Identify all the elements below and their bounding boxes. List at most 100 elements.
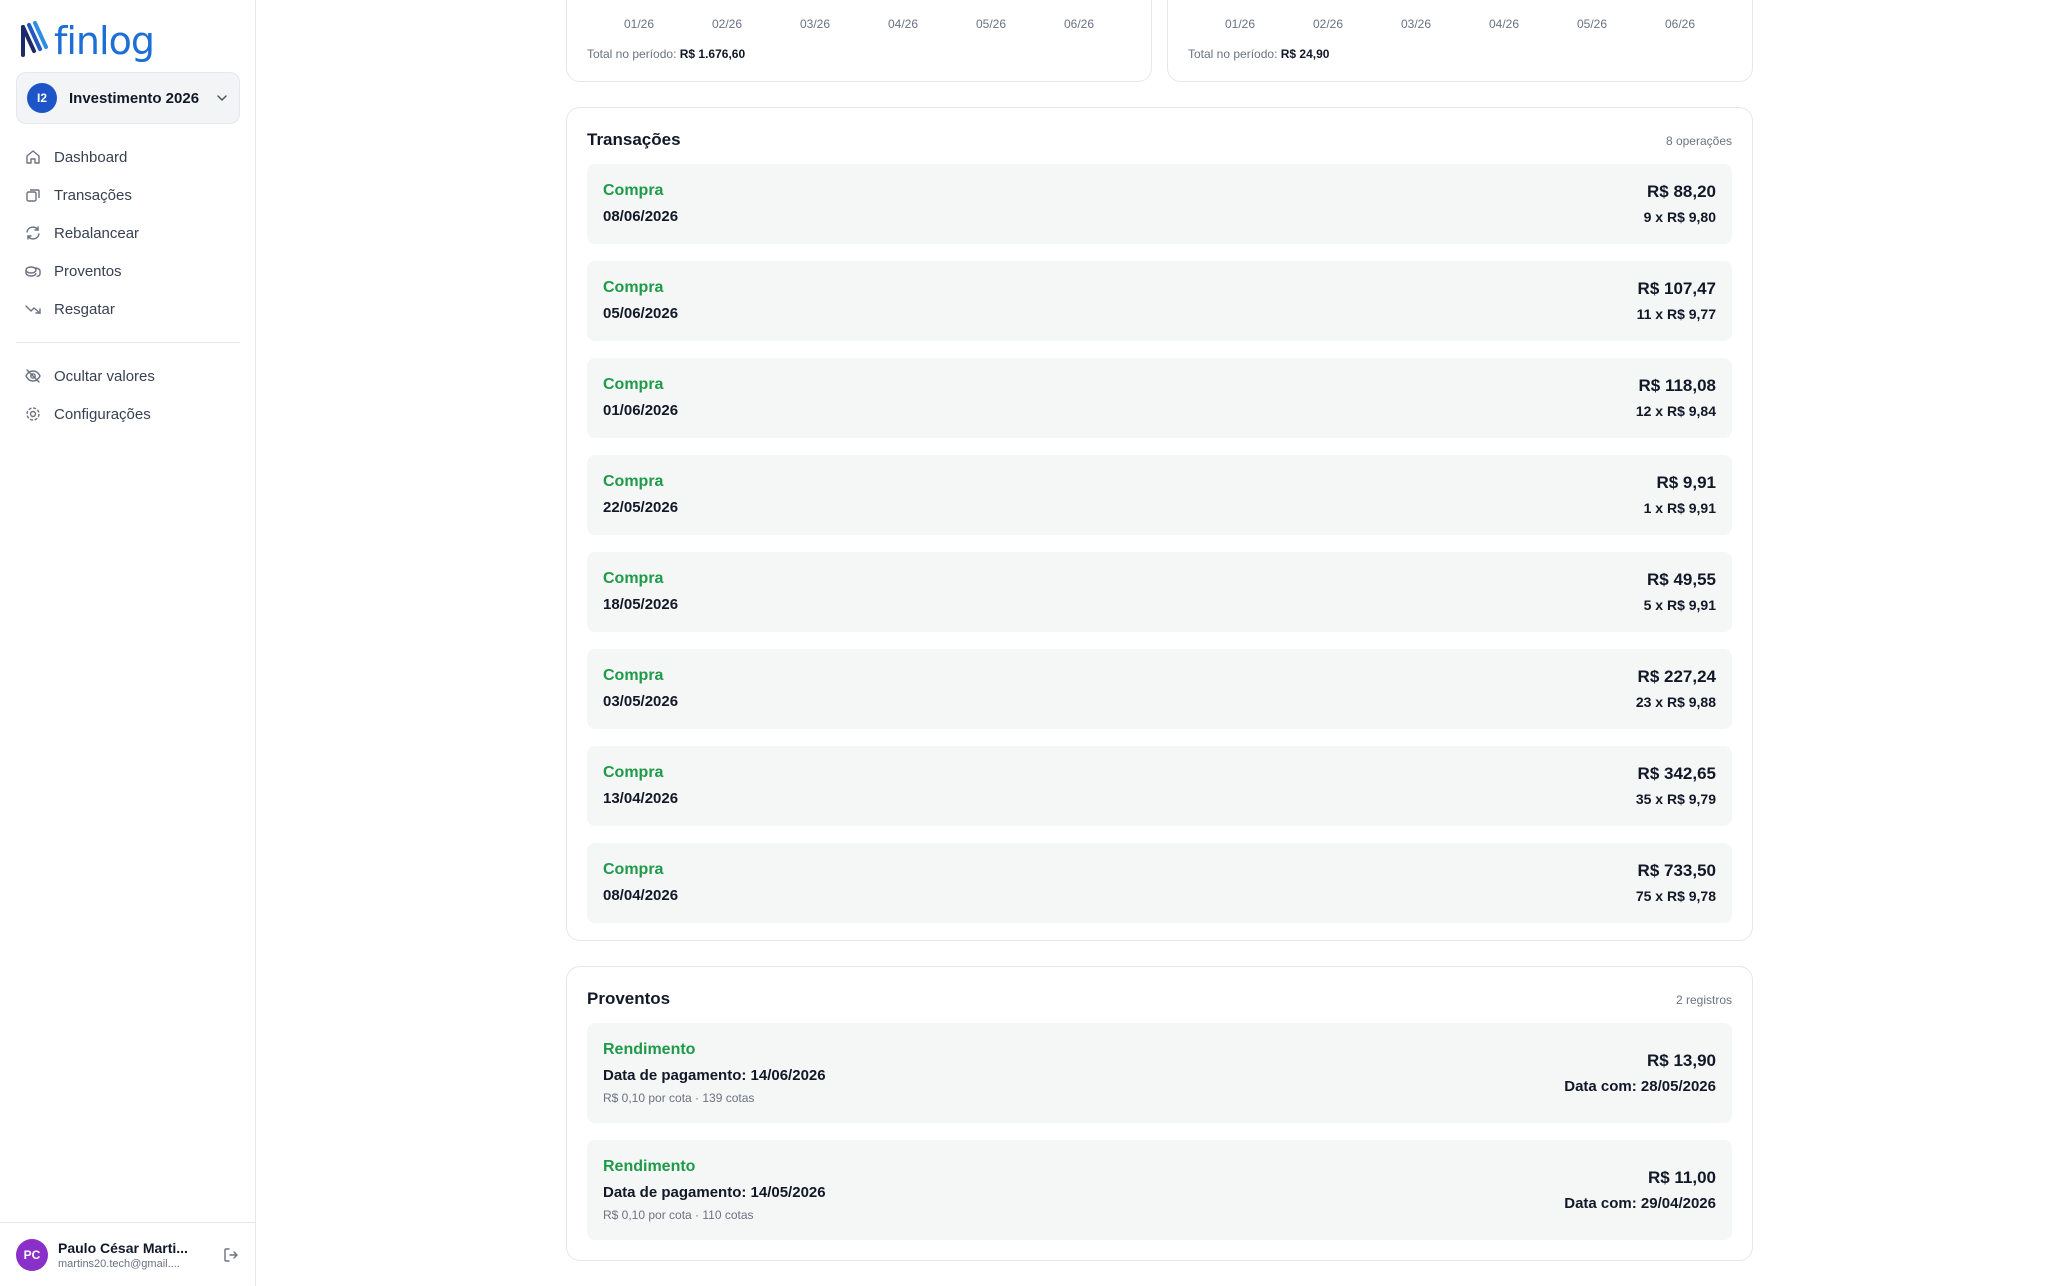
user-email: martins20.tech@gmail.... xyxy=(58,1257,180,1270)
chart-total-value: R$ 24,90 xyxy=(1280,47,1330,61)
transaction-row[interactable]: Compra 08/06/2026 R$ 88,20 9 x R$ 9,80 xyxy=(587,164,1732,244)
finlog-logo-icon xyxy=(21,21,48,57)
provento-per-share: R$ 0,10 por cota · 139 cotas xyxy=(603,1091,755,1105)
transaction-detail: 75 x R$ 9,78 xyxy=(1635,888,1716,904)
sidebar-item-label: Resgatar xyxy=(54,300,115,318)
chart-total-value: R$ 1.676,60 xyxy=(679,47,746,61)
x-tick-label: 04/26 xyxy=(887,17,919,31)
sidebar-item-label: Proventos xyxy=(54,262,122,280)
portfolio-selector[interactable]: I2 Investimento 2026 xyxy=(16,72,240,124)
provento-row[interactable]: Rendimento Data de pagamento: 14/06/2026… xyxy=(587,1023,1732,1123)
transaction-row[interactable]: Compra 13/04/2026 R$ 342,65 35 x R$ 9,79 xyxy=(587,746,1732,826)
provento-per-share: R$ 0,10 por cota · 110 cotas xyxy=(603,1208,754,1222)
sidebar-item-rebalancear[interactable]: Rebalancear xyxy=(16,214,240,252)
x-tick-label: 02/26 xyxy=(1312,17,1344,31)
transaction-row[interactable]: Compra 05/06/2026 R$ 107,47 11 x R$ 9,77 xyxy=(587,261,1732,341)
chart-total-label: Total no período: xyxy=(1188,47,1278,61)
chart-x-axis: 01/26 02/26 03/26 04/26 05/26 06/26 xyxy=(1196,17,1724,31)
provento-payment-date: Data de pagamento: 14/06/2026 xyxy=(603,1067,826,1084)
finlog-logo-text: finlog xyxy=(54,19,155,63)
gear-icon xyxy=(26,407,40,421)
x-tick-label: 06/26 xyxy=(1664,17,1696,31)
x-tick-label: 01/26 xyxy=(623,17,655,31)
sidebar-item-label: Rebalancear xyxy=(54,224,140,242)
x-tick-label: 05/26 xyxy=(975,17,1007,31)
chart-total: Total no período: R$ 1.676,60 xyxy=(587,47,745,61)
home-icon xyxy=(26,150,40,164)
transaction-type: Compra xyxy=(603,861,664,878)
refresh-icon xyxy=(26,226,40,240)
x-tick-label: 03/26 xyxy=(1400,17,1432,31)
transaction-detail: 1 x R$ 9,91 xyxy=(1643,500,1716,516)
transaction-type: Compra xyxy=(603,570,664,587)
transaction-row[interactable]: Compra 22/05/2026 R$ 9,91 1 x R$ 9,91 xyxy=(587,455,1732,535)
portfolio-name: Investimento 2026 xyxy=(69,89,200,107)
user-info: Paulo César Marti... martins20.tech@gmai… xyxy=(58,1240,198,1270)
chart-total-label: Total no período: xyxy=(587,47,677,61)
user-name: Paulo César Marti... xyxy=(58,1239,188,1256)
proventos-card: Proventos 2 registros Rendimento Data de… xyxy=(566,966,1753,1261)
transaction-detail: 23 x R$ 9,88 xyxy=(1635,694,1716,710)
section-title: Proventos xyxy=(587,989,671,1008)
provento-amount: R$ 11,00 xyxy=(1647,1168,1716,1187)
eye-off-icon xyxy=(25,369,41,383)
transaction-row[interactable]: Compra 18/05/2026 R$ 49,55 5 x R$ 9,91 xyxy=(587,552,1732,632)
sidebar-item-label: Ocultar valores xyxy=(54,367,155,385)
transaction-amount: R$ 733,50 xyxy=(1637,861,1716,880)
finlog-logo[interactable]: finlog xyxy=(20,19,155,63)
section-title: Transações xyxy=(587,130,681,149)
transaction-date: 22/05/2026 xyxy=(603,499,679,516)
transaction-date: 05/06/2026 xyxy=(603,305,679,322)
transaction-detail: 35 x R$ 9,79 xyxy=(1635,791,1716,807)
sidebar-item-configuracoes[interactable]: Configurações xyxy=(16,395,240,433)
x-tick-label: 01/26 xyxy=(1224,17,1256,31)
provento-row[interactable]: Rendimento Data de pagamento: 14/05/2026… xyxy=(587,1140,1732,1240)
transaction-detail: 12 x R$ 9,84 xyxy=(1635,403,1716,419)
provento-data-com: Data com: 28/05/2026 xyxy=(1564,1078,1716,1095)
sidebar-item-resgatar[interactable]: Resgatar xyxy=(16,290,240,328)
proventos-list: Rendimento Data de pagamento: 14/06/2026… xyxy=(587,1023,1732,1257)
transaction-row[interactable]: Compra 01/06/2026 R$ 118,08 12 x R$ 9,84 xyxy=(587,358,1732,438)
provento-data-com: Data com: 29/04/2026 xyxy=(1564,1195,1716,1212)
sidebar-item-ocultar-valores[interactable]: Ocultar valores xyxy=(16,357,240,395)
chart-x-axis: 01/26 02/26 03/26 04/26 05/26 06/26 xyxy=(595,17,1123,31)
sidebar-item-label: Dashboard xyxy=(54,148,128,166)
sidebar-item-dashboard[interactable]: Dashboard xyxy=(16,138,240,176)
logout-icon[interactable] xyxy=(222,1246,240,1264)
provento-type: Rendimento xyxy=(603,1158,696,1175)
transaction-type: Compra xyxy=(603,376,664,393)
x-tick-label: 03/26 xyxy=(799,17,831,31)
transaction-date: 08/06/2026 xyxy=(603,208,679,225)
user-profile[interactable]: PC Paulo César Marti... martins20.tech@g… xyxy=(0,1222,256,1286)
x-tick-label: 04/26 xyxy=(1488,17,1520,31)
transaction-amount: R$ 118,08 xyxy=(1638,376,1716,395)
x-tick-label: 05/26 xyxy=(1576,17,1608,31)
transaction-detail: 5 x R$ 9,91 xyxy=(1643,597,1716,613)
provento-type: Rendimento xyxy=(603,1041,696,1058)
sidebar-item-transacoes[interactable]: Transações xyxy=(16,176,240,214)
provento-amount: R$ 13,90 xyxy=(1647,1051,1716,1070)
coins-icon xyxy=(25,266,41,278)
transaction-type: Compra xyxy=(603,279,664,296)
transaction-row[interactable]: Compra 03/05/2026 R$ 227,24 23 x R$ 9,88 xyxy=(587,649,1732,729)
chart-card-proventos: 01/26 02/26 03/26 04/26 05/26 06/26 Tota… xyxy=(1167,0,1753,82)
x-tick-label: 06/26 xyxy=(1063,17,1095,31)
transaction-date: 08/04/2026 xyxy=(603,887,679,904)
transaction-detail: 11 x R$ 9,77 xyxy=(1636,306,1716,322)
transactions-list: Compra 08/06/2026 R$ 88,20 9 x R$ 9,80 C… xyxy=(587,164,1732,940)
nav-divider xyxy=(16,342,240,343)
trending-down-icon xyxy=(25,305,41,314)
transaction-row[interactable]: Compra 08/04/2026 R$ 733,50 75 x R$ 9,78 xyxy=(587,843,1732,923)
transactions-icon xyxy=(26,189,40,202)
sidebar-item-proventos[interactable]: Proventos xyxy=(16,252,240,290)
transactions-count: 8 operações xyxy=(1665,134,1732,148)
transaction-amount: R$ 88,20 xyxy=(1647,182,1716,201)
transaction-amount: R$ 107,47 xyxy=(1637,279,1716,298)
transaction-amount: R$ 49,55 xyxy=(1647,570,1716,589)
provento-payment-date: Data de pagamento: 14/05/2026 xyxy=(603,1184,826,1201)
chevron-down-icon xyxy=(217,95,227,101)
transaction-type: Compra xyxy=(603,764,664,781)
transaction-detail: 9 x R$ 9,80 xyxy=(1643,209,1716,225)
transaction-type: Compra xyxy=(603,473,664,490)
transaction-amount: R$ 342,65 xyxy=(1637,764,1716,783)
